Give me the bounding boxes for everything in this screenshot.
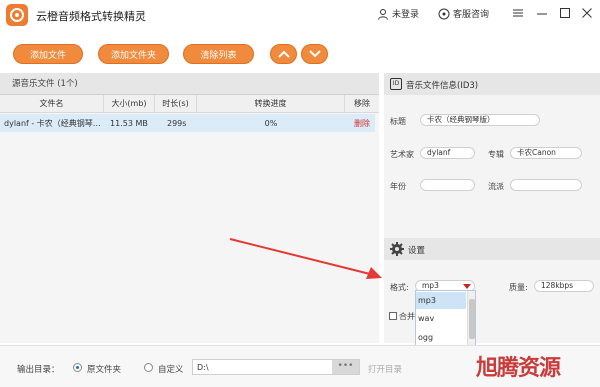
delete-link[interactable]: 删除 (354, 116, 374, 132)
title-bar: 云橙音频格式转换精灵 未登录 客服咨询 (0, 0, 600, 36)
annotation-arrow-icon (229, 238, 382, 279)
album-label: 专辑 (488, 150, 504, 159)
move-up-button[interactable] (270, 44, 297, 64)
year-label: 年份 (390, 182, 406, 191)
chevron-down-icon (308, 50, 321, 58)
year-field[interactable] (420, 179, 475, 191)
menu-icon[interactable] (509, 4, 527, 22)
add-folder-button[interactable]: 添加文件夹 (98, 44, 169, 64)
close-icon[interactable] (578, 4, 596, 22)
minimize-icon[interactable] (533, 4, 551, 22)
chevron-up-icon (277, 50, 290, 58)
login-link[interactable]: 未登录 (377, 7, 419, 20)
format-option-mp3[interactable]: mp3 (416, 292, 466, 309)
app-logo-icon (6, 4, 28, 26)
quality-label: 质量: (509, 283, 528, 292)
open-folder-button[interactable]: 打开目录 (368, 363, 402, 375)
gear-icon (390, 242, 404, 256)
original-folder-label: 原文件夹 (87, 365, 122, 375)
format-option-wav[interactable]: wav (416, 310, 466, 327)
column-remove: 移除 (345, 95, 379, 113)
column-duration: 时长(s) (155, 95, 197, 113)
column-progress: 转换进度 (197, 95, 345, 113)
custom-folder-radio[interactable] (144, 363, 153, 372)
dropdown-arrow-icon[interactable] (463, 284, 471, 289)
output-path-value: D:\ (197, 363, 209, 372)
file-progress-cell: 0% (264, 119, 278, 128)
output-label: 输出目录： (17, 365, 60, 375)
format-value: mp3 (422, 281, 439, 290)
quality-select[interactable]: 128kbps (534, 280, 594, 292)
merge-checkbox[interactable] (389, 312, 397, 320)
id3-icon: ID (390, 78, 402, 90)
title-label: 标题 (390, 117, 406, 126)
browse-button[interactable]: ••• (332, 360, 359, 374)
title-field[interactable]: 卡农（经典钢琴版） (420, 114, 540, 126)
service-label: 客服咨询 (453, 10, 490, 20)
genre-field[interactable] (510, 179, 582, 191)
custom-folder-label: 自定义 (158, 365, 184, 375)
toolbar: 添加文件 添加文件夹 清除列表 (0, 36, 600, 72)
clear-list-button[interactable]: 清除列表 (183, 44, 254, 64)
file-name-cell: dylanf - 卡农（经典钢琴… (4, 119, 101, 128)
album-field[interactable]: 卡农Canon (510, 147, 582, 159)
app-title: 云橙音频格式转换精灵 (36, 10, 146, 23)
file-size-cell: 11.53 MB (110, 119, 148, 128)
merge-label: 合并 (399, 312, 415, 321)
format-option-ogg[interactable]: ogg (416, 329, 466, 346)
quality-value: 128kbps (541, 281, 574, 290)
genre-label: 流派 (488, 182, 504, 191)
file-list-title: 源音乐文件 (1个) (0, 73, 379, 95)
add-file-button[interactable]: 添加文件 (13, 44, 83, 64)
artist-field[interactable]: dylanf (420, 147, 475, 159)
column-size: 大小(mb) (104, 95, 155, 113)
login-label: 未登录 (392, 10, 420, 20)
customer-service-link[interactable]: 客服咨询 (438, 7, 489, 20)
column-filename: 文件名 (0, 95, 104, 113)
format-label: 格式: (390, 283, 409, 292)
headset-icon (438, 8, 450, 19)
file-duration-cell: 299s (167, 119, 187, 128)
original-folder-radio[interactable] (73, 363, 82, 372)
user-icon (378, 8, 388, 20)
watermark-logo: 旭腾资源 (476, 355, 561, 381)
settings-title: 设置 (408, 246, 426, 256)
id3-title: 音乐文件信息(ID3) (406, 81, 479, 91)
maximize-icon[interactable] (556, 4, 574, 22)
move-down-button[interactable] (301, 44, 328, 64)
artist-label: 艺术家 (390, 150, 414, 159)
